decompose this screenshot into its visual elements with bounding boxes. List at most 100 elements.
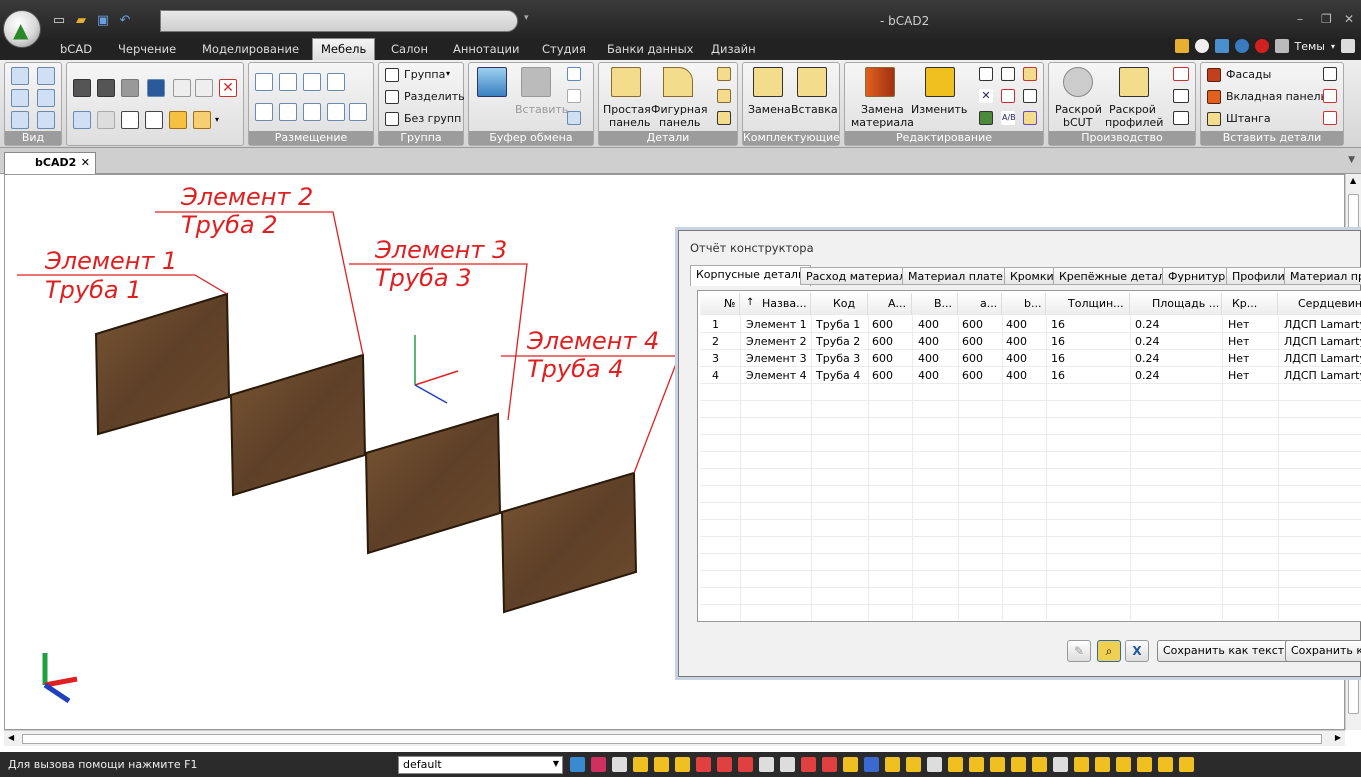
xml-export-icon[interactable] xyxy=(1173,67,1189,81)
ortho-icon[interactable] xyxy=(885,757,900,772)
insert-frame-icon[interactable] xyxy=(1323,67,1337,81)
cut-bcut-line2[interactable]: bCUT xyxy=(1063,116,1092,129)
mirror-icon[interactable] xyxy=(303,103,321,121)
screenshot-icon[interactable] xyxy=(477,67,507,97)
snap-extension-icon[interactable] xyxy=(990,757,1005,772)
replace-icon[interactable] xyxy=(753,67,783,97)
hidden-box-icon[interactable] xyxy=(145,111,163,129)
align-left-icon[interactable] xyxy=(255,103,273,121)
grid-icon[interactable] xyxy=(864,757,879,772)
scroll-left-icon[interactable]: ◀ xyxy=(8,733,14,742)
binoculars-icon[interactable] xyxy=(73,79,91,97)
snap-icon[interactable] xyxy=(349,103,367,121)
panel-2[interactable] xyxy=(229,353,367,497)
snap-node-icon[interactable] xyxy=(759,757,774,772)
view-side-icon[interactable] xyxy=(37,89,55,107)
tab-material-usage[interactable]: Расход материала xyxy=(800,267,919,285)
layers-icon[interactable] xyxy=(570,757,585,772)
signature-icon[interactable]: ✎ xyxy=(1067,640,1091,662)
panel-edit-icon[interactable] xyxy=(717,67,731,81)
application-menu-button[interactable]: ▲ xyxy=(3,10,41,48)
tab-annotations[interactable]: Аннотации xyxy=(453,42,519,56)
panel-1[interactable] xyxy=(94,292,231,436)
binoculars-disabled-icon[interactable] xyxy=(121,79,139,97)
shading-icon[interactable] xyxy=(1179,757,1194,772)
settings-icon[interactable] xyxy=(1274,39,1289,53)
facades-button[interactable]: Фасады xyxy=(1226,68,1271,81)
tab-material-more[interactable]: Материал пр xyxy=(1284,267,1361,285)
col-a-lower[interactable]: а... xyxy=(958,293,1002,315)
snap-apparent-icon[interactable] xyxy=(1095,757,1110,772)
align-icon[interactable] xyxy=(255,73,273,91)
hand-pan-icon[interactable] xyxy=(1174,39,1189,53)
material-replace-icon[interactable] xyxy=(865,67,895,97)
shaped-panel-icon[interactable] xyxy=(663,67,693,97)
table-row[interactable]: 2 Элемент 2 Труба 2 600 400 600 400 16 0… xyxy=(700,333,1361,350)
col-edge[interactable]: Кр... xyxy=(1222,293,1278,315)
undo-icon[interactable]: ↶ xyxy=(116,12,134,30)
shaded-box-icon[interactable] xyxy=(169,111,187,129)
group-dropdown-icon[interactable]: ▾ xyxy=(446,69,450,78)
panel-contour-icon[interactable] xyxy=(717,89,731,103)
align-bottom-icon[interactable] xyxy=(279,103,297,121)
pointer-icon[interactable] xyxy=(173,79,191,97)
color-icon[interactable] xyxy=(591,757,606,772)
col-number[interactable]: № xyxy=(700,293,740,315)
tab-cabinet-parts[interactable]: Корпусные детали xyxy=(690,265,812,286)
col-thickness[interactable]: Толщин... xyxy=(1046,293,1130,315)
paste-button[interactable]: Вставить xyxy=(515,103,568,116)
scroll-right-icon[interactable]: ▶ xyxy=(1335,733,1341,742)
edit-small-9-icon[interactable] xyxy=(1023,111,1037,125)
col-area[interactable]: Площадь ... xyxy=(1130,293,1222,315)
scroll-up-icon[interactable]: ▲ xyxy=(1350,176,1356,185)
snap-tangent-icon[interactable] xyxy=(717,757,732,772)
col-a-upper[interactable]: А... xyxy=(868,293,912,315)
cut-icon[interactable] xyxy=(567,67,581,81)
shaped-panel-line2[interactable]: панель xyxy=(659,116,700,129)
table-row[interactable]: 4 Элемент 4 Труба 4 600 400 600 400 16 0… xyxy=(700,367,1361,384)
snap-polar-icon[interactable] xyxy=(843,757,858,772)
panel-grid-icon[interactable] xyxy=(717,111,731,125)
insert-icon[interactable] xyxy=(797,67,827,97)
binoculars-select-icon[interactable] xyxy=(97,79,115,97)
maximize-button[interactable]: ❐ xyxy=(1321,12,1332,26)
edit-small-3-icon[interactable] xyxy=(1023,67,1037,81)
zoom-icon[interactable] xyxy=(1194,39,1209,53)
tracking-icon[interactable] xyxy=(948,757,963,772)
new-file-icon[interactable]: ▭ xyxy=(50,12,68,30)
open-folder-icon[interactable]: ▰ xyxy=(72,12,90,30)
minimize-button[interactable]: – xyxy=(1297,12,1303,26)
edit-small-5-icon[interactable] xyxy=(1001,89,1015,103)
view-left-icon[interactable] xyxy=(11,111,29,129)
replace-button[interactable]: Замена xyxy=(748,103,791,116)
horizontal-scrollbar[interactable]: ◀ ▶ xyxy=(4,730,1345,746)
table-row[interactable]: 1 Элемент 1 Труба 1 600 400 600 400 16 0… xyxy=(700,316,1361,333)
place-icon[interactable] xyxy=(327,103,345,121)
material-replace-line1[interactable]: Замена xyxy=(861,103,904,116)
pointer-star-icon[interactable] xyxy=(195,79,213,97)
layer-select[interactable]: default ▼ xyxy=(398,756,563,774)
image-icon[interactable] xyxy=(567,111,581,125)
customize-toolbar-icon[interactable]: ▾ xyxy=(524,13,529,23)
cut-profiles-line2[interactable]: профилей xyxy=(1105,116,1163,129)
tab-panel-material[interactable]: Материал платей xyxy=(902,267,1017,285)
simple-panel-line1[interactable]: Простая xyxy=(603,103,651,116)
snap-perpendicular-icon[interactable] xyxy=(738,757,753,772)
list-icon[interactable] xyxy=(1173,111,1189,125)
close-tab-icon[interactable]: ✕ xyxy=(81,156,90,169)
copy-icon[interactable] xyxy=(567,89,581,103)
split-button[interactable]: Разделить xyxy=(404,90,465,103)
view-back-icon[interactable] xyxy=(37,111,55,129)
save-icon[interactable]: ▣ xyxy=(94,12,112,30)
properties-icon[interactable] xyxy=(612,757,627,772)
col-core[interactable]: Сердцевина xyxy=(1278,293,1361,315)
horizontal-scroll-thumb[interactable] xyxy=(22,734,1322,744)
tab-design[interactable]: Дизайн xyxy=(711,42,756,56)
measure-icon[interactable] xyxy=(927,757,942,772)
cut-profiles-icon[interactable] xyxy=(1119,67,1149,97)
themes-label[interactable]: Темы xyxy=(1295,40,1325,53)
redo-icon[interactable] xyxy=(97,111,115,129)
snap-line-icon[interactable] xyxy=(696,757,711,772)
themes-dropdown-icon[interactable]: ▾ xyxy=(1331,42,1335,51)
stop-icon[interactable] xyxy=(1254,39,1269,53)
